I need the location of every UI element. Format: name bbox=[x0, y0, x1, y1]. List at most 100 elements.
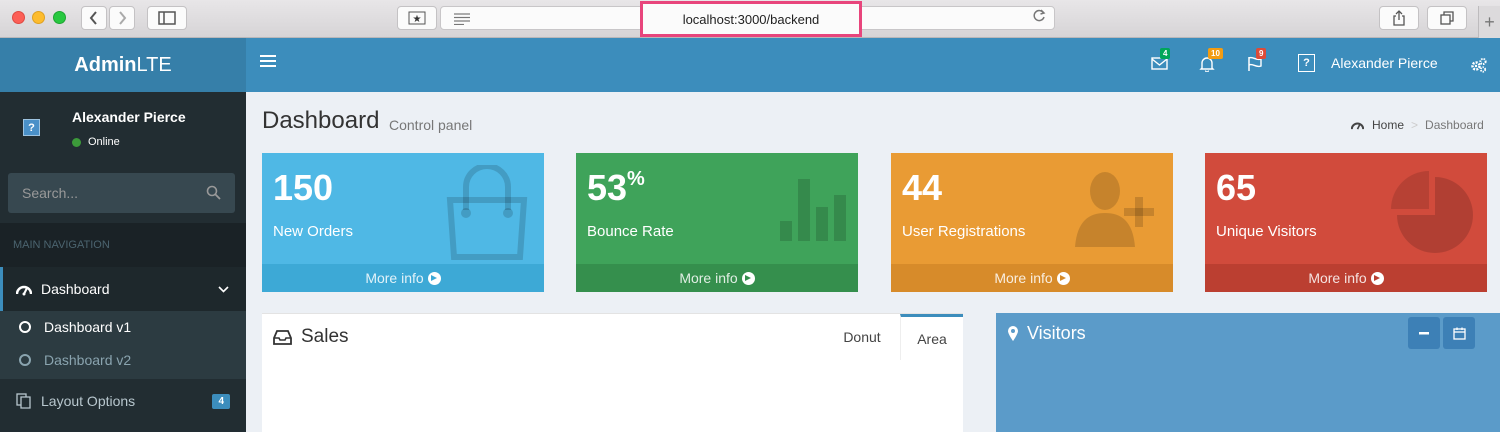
sidebar-user-name: Alexander Pierce bbox=[72, 109, 186, 125]
more-info-link[interactable]: More info bbox=[262, 264, 544, 292]
svg-text:★: ★ bbox=[413, 14, 422, 25]
sidebar-item-dashboard[interactable]: Dashboard bbox=[0, 267, 246, 311]
top-navbar: 4 10 9 ? Alexander Pierce bbox=[246, 38, 1500, 92]
arrow-circle-right-icon bbox=[427, 271, 441, 285]
tasks-button[interactable]: 9 bbox=[1247, 48, 1267, 74]
minimize-window-button[interactable] bbox=[32, 11, 45, 24]
sidebar-item-label: Dashboard bbox=[41, 281, 110, 297]
layout-options-badge: 4 bbox=[212, 393, 230, 409]
user-menu[interactable]: ? Alexander Pierce bbox=[1298, 54, 1438, 72]
reload-icon[interactable] bbox=[1032, 9, 1046, 26]
settings-button[interactable] bbox=[1470, 57, 1490, 75]
dashboard-icon bbox=[1351, 122, 1364, 130]
breadcrumb-current: Dashboard bbox=[1425, 118, 1484, 132]
shopping-bag-icon bbox=[446, 165, 528, 260]
circle-icon bbox=[19, 321, 31, 333]
star-icon: ★ bbox=[408, 11, 426, 25]
stat-value: 44 bbox=[902, 167, 943, 208]
tabs-overview-button[interactable] bbox=[1427, 6, 1467, 30]
user-avatar-icon: ? bbox=[23, 119, 40, 136]
bookmarks-button[interactable]: ★ bbox=[397, 6, 437, 30]
avatar: ? bbox=[14, 110, 49, 145]
minus-icon bbox=[1419, 331, 1429, 334]
tab-area[interactable]: Area bbox=[900, 314, 963, 360]
stat-label: User Registrations bbox=[902, 223, 1026, 240]
sidebar-item-dashboard-v1[interactable]: Dashboard v1 bbox=[0, 311, 246, 343]
status-text: Online bbox=[88, 136, 120, 148]
reader-icon bbox=[454, 13, 470, 25]
sales-title-text: Sales bbox=[301, 326, 349, 347]
more-info-link[interactable]: More info bbox=[891, 264, 1173, 292]
nav-header: MAIN NAVIGATION bbox=[0, 223, 246, 267]
sidebar-item-layout-options[interactable]: Layout Options 4 bbox=[0, 381, 246, 421]
visitors-title-text: Visitors bbox=[1027, 323, 1086, 343]
page-subtitle: Control panel bbox=[389, 117, 473, 133]
breadcrumb-separator: > bbox=[1411, 118, 1419, 132]
bar-chart-icon bbox=[780, 179, 846, 241]
map-marker-icon bbox=[1008, 326, 1018, 341]
share-button[interactable] bbox=[1379, 6, 1419, 30]
sidebar-toggle-button[interactable] bbox=[147, 6, 187, 30]
messages-button[interactable]: 4 bbox=[1151, 48, 1171, 74]
sidebar-item-dashboard-v2[interactable]: Dashboard v2 bbox=[0, 344, 246, 376]
search-icon[interactable] bbox=[206, 185, 221, 200]
sidebar-item-label: Layout Options bbox=[41, 393, 136, 409]
calendar-icon bbox=[1452, 327, 1466, 340]
back-button[interactable] bbox=[81, 6, 107, 30]
sidebar-search-input[interactable]: Search... bbox=[8, 173, 235, 213]
sidebar-item-label: Dashboard v2 bbox=[44, 352, 132, 368]
collapse-button[interactable] bbox=[1408, 317, 1440, 349]
breadcrumb-home[interactable]: Home bbox=[1372, 118, 1404, 132]
stat-box-new-orders: 150 New Orders More info bbox=[262, 153, 544, 292]
menu-toggle-icon[interactable] bbox=[260, 55, 276, 73]
visitors-title: Visitors bbox=[1007, 323, 1086, 344]
user-status: Online bbox=[72, 136, 120, 148]
stat-box-unique-visitors: 65 Unique Visitors More info bbox=[1205, 153, 1487, 292]
user-avatar-icon: ? bbox=[1298, 54, 1315, 72]
chevron-right-icon bbox=[119, 11, 127, 25]
arrow-circle-right-icon bbox=[1056, 271, 1070, 285]
logo-light-text: LTE bbox=[136, 53, 172, 76]
more-info-link[interactable]: More info bbox=[576, 264, 858, 292]
stat-value: 65 bbox=[1216, 167, 1257, 208]
stat-label: Unique Visitors bbox=[1216, 223, 1317, 240]
search-placeholder: Search... bbox=[22, 185, 79, 201]
stat-box-bounce-rate: 53% Bounce Rate More info bbox=[576, 153, 858, 292]
page-title: Dashboard bbox=[262, 107, 380, 134]
files-icon bbox=[16, 393, 31, 409]
sidebar: ? Alexander Pierce Online Search... MAIN… bbox=[0, 92, 246, 432]
tasks-badge: 9 bbox=[1256, 48, 1267, 59]
stat-label: Bounce Rate bbox=[587, 223, 674, 240]
dashboard-submenu: Dashboard v1 Dashboard v2 bbox=[0, 311, 246, 379]
header-user-name: Alexander Pierce bbox=[1331, 55, 1438, 71]
sidebar-item-label: Dashboard v1 bbox=[44, 319, 132, 335]
notifications-button[interactable]: 10 bbox=[1199, 48, 1223, 74]
gears-icon bbox=[1471, 57, 1487, 73]
stat-suffix: % bbox=[627, 168, 645, 190]
more-info-link[interactable]: More info bbox=[1205, 264, 1487, 292]
visitors-box: Visitors bbox=[996, 313, 1500, 432]
maximize-window-button[interactable] bbox=[53, 11, 66, 24]
new-tab-button[interactable]: + bbox=[1478, 6, 1500, 38]
chevron-down-icon bbox=[218, 285, 229, 293]
user-panel: ? Alexander Pierce Online bbox=[0, 92, 246, 162]
pie-chart-icon bbox=[1391, 171, 1473, 253]
sales-box: Sales Donut Area bbox=[262, 313, 963, 432]
stat-box-user-registrations: 44 User Registrations More info bbox=[891, 153, 1173, 292]
url-text[interactable]: localhost:3000/backend bbox=[640, 1, 862, 37]
tabs-icon bbox=[1440, 11, 1454, 25]
sidebar-icon bbox=[158, 11, 176, 25]
logo-bold-text: Admin bbox=[74, 53, 137, 76]
app-logo[interactable]: Admin LTE bbox=[0, 38, 246, 92]
person-add-icon bbox=[1075, 172, 1154, 247]
dashboard-icon bbox=[16, 285, 32, 295]
arrow-circle-right-icon bbox=[741, 271, 755, 285]
tab-donut[interactable]: Donut bbox=[824, 314, 900, 360]
forward-button[interactable] bbox=[109, 6, 135, 30]
calendar-button[interactable] bbox=[1443, 317, 1475, 349]
sales-title: Sales bbox=[273, 326, 349, 348]
share-icon bbox=[1393, 10, 1405, 26]
chevron-left-icon bbox=[89, 11, 97, 25]
stat-value: 150 bbox=[273, 167, 334, 208]
close-window-button[interactable] bbox=[12, 11, 25, 24]
